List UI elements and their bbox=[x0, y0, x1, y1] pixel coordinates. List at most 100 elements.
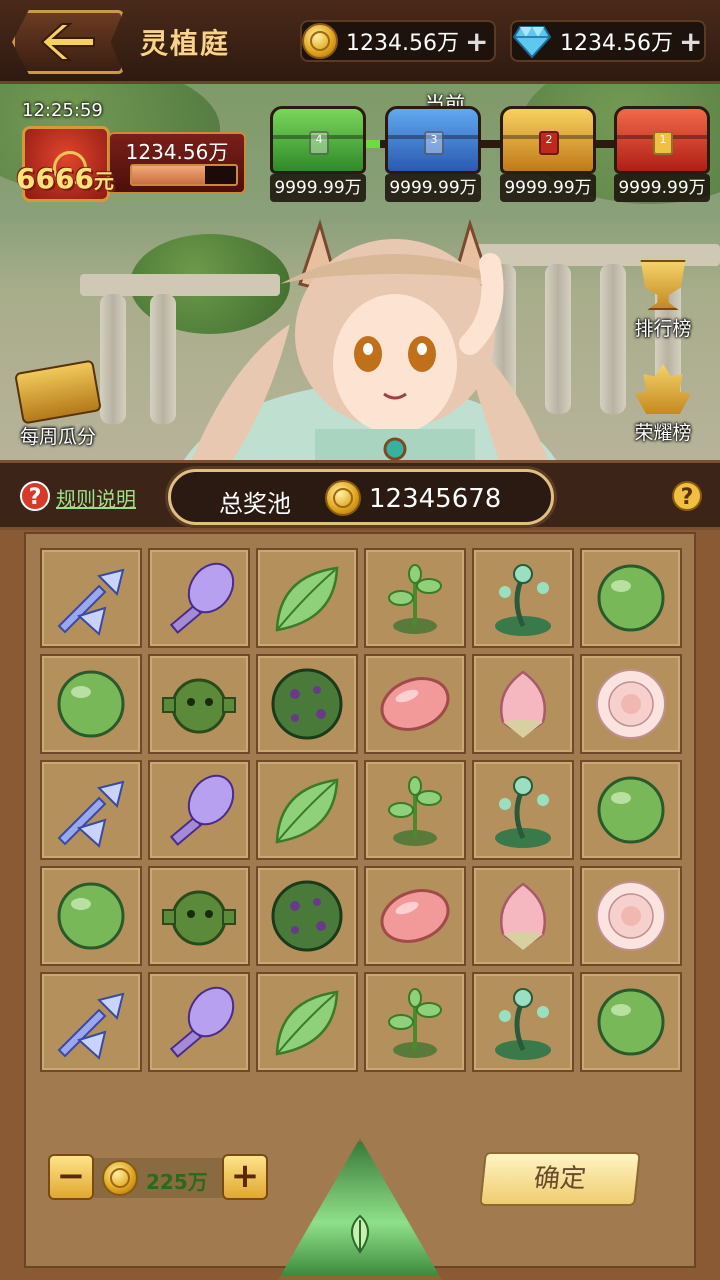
gold-currency: 1234.56万 + bbox=[300, 20, 496, 62]
board-cell[interactable] bbox=[472, 760, 574, 860]
top-bar: 灵植庭 1234.56万 + 1234.56万 + bbox=[0, 0, 720, 84]
board-cell[interactable] bbox=[40, 654, 142, 754]
board-cell[interactable] bbox=[148, 548, 250, 648]
moss-ball-icon bbox=[271, 880, 343, 952]
gold-coin-icon bbox=[325, 480, 361, 516]
board-cell[interactable] bbox=[472, 548, 574, 648]
crystal-mace-icon bbox=[169, 562, 235, 634]
rules-help-icon[interactable]: ? bbox=[20, 481, 50, 511]
board-cell[interactable] bbox=[40, 760, 142, 860]
board-cell[interactable] bbox=[148, 866, 250, 966]
pink-bud-icon bbox=[500, 670, 546, 738]
leaf-icon bbox=[275, 990, 339, 1056]
board-cell[interactable] bbox=[40, 866, 142, 966]
crystal-mace-icon bbox=[169, 774, 235, 846]
prize-pool-label: 总奖池 bbox=[219, 490, 291, 518]
back-arrow-icon bbox=[40, 23, 95, 61]
diamond-add-button[interactable]: + bbox=[679, 25, 702, 58]
chest-level-badge: 3 bbox=[424, 131, 444, 155]
board-cell[interactable] bbox=[580, 760, 682, 860]
board-cell[interactable] bbox=[40, 972, 142, 1072]
weekly-share-button[interactable]: 每周瓜分 bbox=[8, 359, 108, 450]
white-rose-icon bbox=[596, 669, 666, 739]
bet-value: 225万 bbox=[146, 1170, 208, 1194]
sprout-icon bbox=[388, 988, 442, 1058]
chest-value: 9999.99万 bbox=[500, 174, 596, 202]
green-orb-icon bbox=[597, 776, 665, 844]
bet-decrease-button[interactable]: − bbox=[48, 1154, 94, 1200]
moss-ball-icon bbox=[271, 668, 343, 740]
gold-amount: 1234.56万 bbox=[346, 31, 459, 56]
back-button[interactable] bbox=[12, 10, 124, 74]
help-icon[interactable]: ? bbox=[672, 481, 702, 511]
diamond-amount: 1234.56万 bbox=[560, 31, 673, 56]
chest-value: 9999.99万 bbox=[270, 174, 366, 202]
board-cell[interactable] bbox=[580, 866, 682, 966]
board-cell[interactable] bbox=[256, 548, 358, 648]
white-rose-icon bbox=[596, 881, 666, 951]
honor-crown-icon bbox=[635, 364, 691, 414]
pink-seed-icon bbox=[380, 889, 450, 943]
envelope-amount-unit: 元 bbox=[93, 169, 114, 193]
bet-increase-button[interactable]: + bbox=[222, 1154, 268, 1200]
gold-coin-icon bbox=[102, 1160, 138, 1196]
board-cell[interactable] bbox=[472, 866, 574, 966]
board-cell[interactable] bbox=[148, 654, 250, 754]
item-grid bbox=[40, 548, 682, 1072]
board-cell[interactable] bbox=[472, 654, 574, 754]
board-cell[interactable] bbox=[256, 654, 358, 754]
pink-seed-icon bbox=[380, 677, 450, 731]
event-scene: 12:25:59 1234.56万 6666元 当前 4 9999.99万 3 … bbox=[0, 84, 720, 460]
board-cell[interactable] bbox=[364, 548, 466, 648]
chest-red[interactable]: 1 bbox=[614, 106, 710, 174]
diamond-currency: 1234.56万 + bbox=[510, 20, 706, 62]
prize-pool-bar: ? 规则说明 总奖池 12345678 ? bbox=[0, 460, 720, 530]
chest-blue[interactable]: 3 bbox=[385, 106, 481, 174]
envelope-value: 1234.56万 bbox=[125, 140, 229, 164]
sprout-icon bbox=[388, 564, 442, 634]
cannon-icon bbox=[162, 890, 236, 946]
vine-icon bbox=[495, 776, 551, 848]
envelope-amount: 6666元 bbox=[16, 162, 114, 195]
event-timer: 12:25:59 bbox=[22, 100, 103, 121]
leaf-icon bbox=[351, 1214, 369, 1254]
envelope-icon bbox=[14, 359, 102, 425]
board-cell[interactable] bbox=[256, 866, 358, 966]
vine-icon bbox=[495, 564, 551, 636]
board-cell[interactable] bbox=[364, 972, 466, 1072]
honor-board-button[interactable]: 荣耀榜 bbox=[618, 364, 708, 448]
board-cell[interactable] bbox=[148, 760, 250, 860]
envelope-progress-fill bbox=[132, 166, 205, 184]
chest-level-badge: 1 bbox=[653, 131, 673, 155]
chest-green[interactable]: 4 bbox=[270, 106, 366, 174]
board-cell[interactable] bbox=[580, 972, 682, 1072]
board-cell[interactable] bbox=[364, 654, 466, 754]
bet-display: 225万 bbox=[94, 1158, 222, 1198]
green-orb-icon bbox=[57, 882, 125, 950]
board-cell[interactable] bbox=[256, 972, 358, 1072]
board-cell[interactable] bbox=[364, 866, 466, 966]
confirm-button[interactable]: 确定 bbox=[479, 1152, 641, 1206]
board-cell[interactable] bbox=[256, 760, 358, 860]
cannon-icon bbox=[162, 678, 236, 734]
board-cell[interactable] bbox=[580, 548, 682, 648]
chest-level-badge: 2 bbox=[539, 131, 559, 155]
leaderboard-button[interactable]: 排行榜 bbox=[618, 260, 708, 344]
gold-add-button[interactable]: + bbox=[465, 25, 488, 58]
crystal-arrows-icon bbox=[57, 992, 125, 1060]
board-cell[interactable] bbox=[40, 548, 142, 648]
chest-gold[interactable]: 2 bbox=[500, 106, 596, 174]
prize-pool-box: 总奖池 12345678 bbox=[168, 469, 554, 525]
board-cell[interactable] bbox=[364, 760, 466, 860]
board-cell[interactable] bbox=[580, 654, 682, 754]
rules-link[interactable]: 规则说明 bbox=[56, 483, 136, 512]
leaderboard-label: 排行榜 bbox=[634, 318, 692, 340]
fox-girl-character bbox=[183, 218, 557, 460]
crystal-mace-icon bbox=[169, 986, 235, 1058]
green-orb-icon bbox=[57, 670, 125, 738]
board-cell[interactable] bbox=[472, 972, 574, 1072]
bet-stepper: − 225万 + bbox=[48, 1154, 270, 1202]
board-cell[interactable] bbox=[148, 972, 250, 1072]
green-orb-icon bbox=[597, 564, 665, 632]
vine-icon bbox=[495, 988, 551, 1060]
